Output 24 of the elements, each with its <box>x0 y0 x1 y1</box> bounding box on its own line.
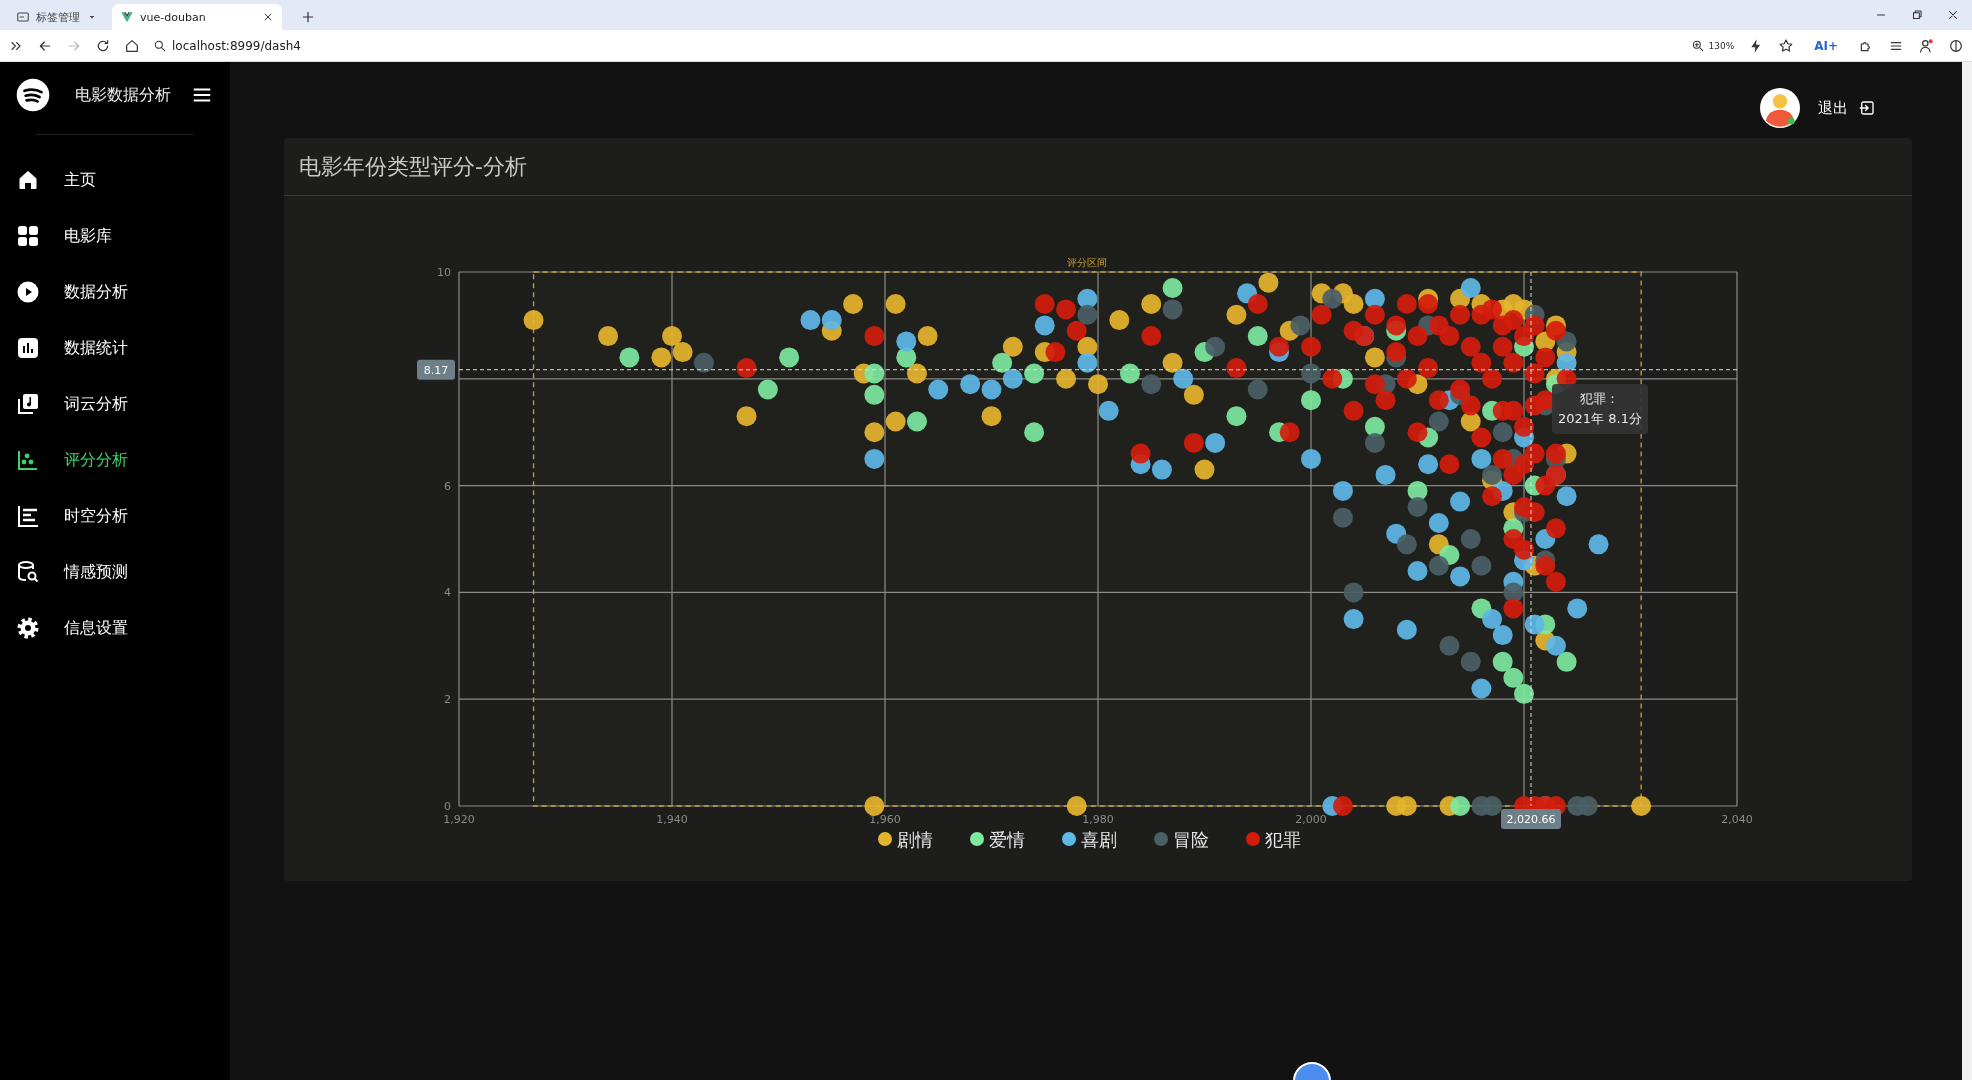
legend-label: 剧情 <box>897 829 933 850</box>
card-title: 电影年份类型评分-分析 <box>299 152 527 181</box>
pointer-label: 2,020.66 <box>1501 809 1562 829</box>
axis-label: 10 <box>437 266 451 279</box>
app-title: 电影数据分析 <box>75 84 171 106</box>
tooltip: 犯罪： 2021年 8.1分 <box>1552 383 1648 434</box>
axis-label: 1,960 <box>869 813 901 826</box>
axis-label: 2,000 <box>1295 813 1327 826</box>
axis-label: 4 <box>444 586 451 600</box>
legend-label: 喜剧 <box>1081 829 1117 850</box>
ref-line-label: 8.17 <box>423 363 449 377</box>
axis-label: 1,940 <box>656 813 688 826</box>
ref-line-label: 2,020.66 <box>1506 813 1556 826</box>
axis-label: 1,920 <box>443 813 475 826</box>
axis-label: 6 <box>444 479 451 493</box>
pointer-label: 8.17 <box>417 359 455 380</box>
axis-label: 2,040 <box>1721 813 1753 826</box>
axis-label: 0 <box>444 800 451 813</box>
mark-area-label: 评分区间 <box>1067 257 1108 268</box>
legend-label: 爱情 <box>989 829 1025 850</box>
axis-label: 1,980 <box>1082 813 1114 826</box>
legend-label: 冒险 <box>1173 829 1209 850</box>
legend-label: 犯罪 <box>1265 829 1301 850</box>
axis-label: 2 <box>444 693 451 707</box>
